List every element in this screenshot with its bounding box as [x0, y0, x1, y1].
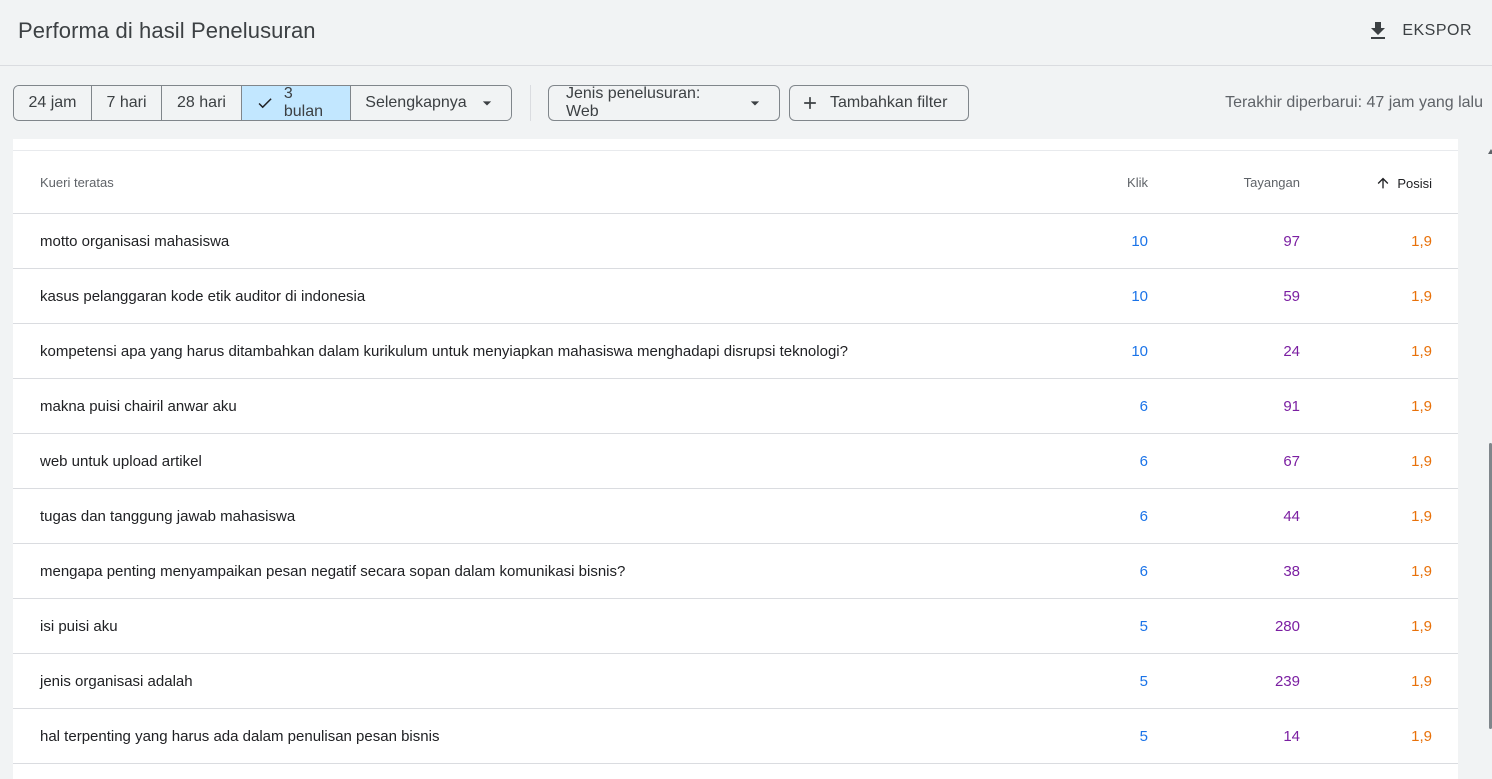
clicks-cell: 5	[1139, 618, 1148, 635]
impressions-cell: 91	[1283, 398, 1300, 415]
position-cell: 1,9	[1411, 453, 1432, 470]
impressions-cell: 59	[1283, 288, 1300, 305]
query-cell: kompetensi apa yang harus ditambahkan da…	[40, 343, 848, 360]
impressions-cell: 14	[1283, 728, 1300, 745]
column-header-impressions[interactable]: Tayangan	[1244, 175, 1300, 190]
impressions-cell: 97	[1283, 233, 1300, 250]
query-cell: web untuk upload artikel	[40, 453, 202, 470]
range-28-days[interactable]: 28 hari	[162, 86, 242, 120]
position-cell: 1,9	[1411, 618, 1432, 635]
clicks-cell: 6	[1139, 563, 1148, 580]
query-cell: makna puisi chairil anwar aku	[40, 398, 237, 415]
range-24-hours[interactable]: 24 jam	[14, 86, 92, 120]
impressions-cell: 280	[1274, 618, 1300, 635]
table-row[interactable]: tugas dan tanggung jawab mahasiswa 6 44 …	[13, 489, 1458, 544]
queries-table-card: Kueri teratas Klik Tayangan Posisi motto…	[13, 139, 1458, 779]
query-cell: jenis organisasi adalah	[40, 673, 193, 690]
table-row[interactable]: jenis organisasi adalah 5 239 1,9	[13, 654, 1458, 709]
export-button[interactable]: EKSPOR	[1366, 18, 1472, 44]
column-header-position[interactable]: Posisi	[1375, 175, 1432, 191]
download-icon	[1371, 22, 1386, 39]
table-body: motto organisasi mahasiswa 10 97 1,9 kas…	[13, 214, 1458, 764]
plus-icon	[804, 97, 816, 109]
position-cell: 1,9	[1411, 288, 1432, 305]
column-header-clicks[interactable]: Klik	[1127, 175, 1148, 190]
query-cell: kasus pelanggaran kode etik auditor di i…	[40, 288, 366, 305]
range-7-days[interactable]: 7 hari	[92, 86, 162, 120]
arrow-up-icon	[1377, 177, 1389, 189]
caret-down-icon	[750, 101, 760, 106]
range-label: Selengkapnya	[365, 94, 467, 111]
position-cell: 1,9	[1411, 728, 1432, 745]
filter-bar: 24 jam 7 hari 28 hari 3 bulan Selengkapn…	[13, 85, 1483, 121]
impressions-cell: 44	[1283, 508, 1300, 525]
table-row[interactable]: web untuk upload artikel 6 67 1,9	[13, 434, 1458, 489]
scroll-up-arrow-icon[interactable]	[1488, 149, 1492, 154]
page-title: Performa di hasil Penelusuran	[18, 18, 316, 43]
table-row[interactable]: motto organisasi mahasiswa 10 97 1,9	[13, 214, 1458, 269]
range-label: 3 bulan	[283, 85, 324, 120]
range-label: 24 jam	[28, 94, 77, 111]
search-type-filter[interactable]: Jenis penelusuran: Web	[548, 85, 780, 121]
range-label: 28 hari	[177, 94, 226, 111]
search-type-label: Jenis penelusuran: Web	[566, 85, 701, 120]
clicks-cell: 10	[1131, 343, 1148, 360]
page-scrollbar[interactable]	[1480, 139, 1492, 772]
clicks-cell: 5	[1139, 673, 1148, 690]
clicks-cell: 5	[1139, 728, 1148, 745]
divider	[530, 85, 531, 121]
clicks-cell: 10	[1131, 288, 1148, 305]
position-cell: 1,9	[1411, 398, 1432, 415]
clicks-cell: 6	[1139, 398, 1148, 415]
table-row[interactable]: makna puisi chairil anwar aku 6 91 1,9	[13, 379, 1458, 434]
clicks-cell: 10	[1131, 233, 1148, 250]
add-filter-button[interactable]: Tambahkan filter	[789, 85, 969, 121]
last-updated-text: Terakhir diperbarui: 47 jam yang lalu	[1225, 94, 1483, 111]
table-row[interactable]: kompetensi apa yang harus ditambahkan da…	[13, 324, 1458, 379]
impressions-cell: 38	[1283, 563, 1300, 580]
position-header-label: Posisi	[1397, 175, 1432, 191]
range-more-dropdown[interactable]: Selengkapnya	[351, 86, 511, 120]
table-row[interactable]: mengapa penting menyampaikan pesan negat…	[13, 544, 1458, 599]
table-row[interactable]: isi puisi aku 5 280 1,9	[13, 599, 1458, 654]
range-label: 7 hari	[106, 94, 147, 111]
impressions-cell: 239	[1274, 673, 1300, 690]
column-header-query[interactable]: Kueri teratas	[40, 175, 114, 190]
table-header: Kueri teratas Klik Tayangan Posisi	[13, 151, 1458, 214]
impressions-cell: 67	[1283, 453, 1300, 470]
impressions-cell: 24	[1283, 343, 1300, 360]
position-cell: 1,9	[1411, 233, 1432, 250]
export-label: EKSPOR	[1402, 22, 1472, 39]
check-icon	[258, 98, 272, 109]
query-cell: isi puisi aku	[40, 618, 118, 635]
query-cell: hal terpenting yang harus ada dalam penu…	[40, 728, 440, 745]
position-cell: 1,9	[1411, 563, 1432, 580]
caret-down-icon	[482, 101, 491, 106]
top-bar: Performa di hasil Penelusuran EKSPOR	[0, 0, 1492, 66]
position-cell: 1,9	[1411, 673, 1432, 690]
query-cell: motto organisasi mahasiswa	[40, 233, 230, 250]
date-range-selector: 24 jam 7 hari 28 hari 3 bulan Selengkapn…	[13, 85, 512, 121]
table-row[interactable]: kasus pelanggaran kode etik auditor di i…	[13, 269, 1458, 324]
position-cell: 1,9	[1411, 508, 1432, 525]
clicks-cell: 6	[1139, 508, 1148, 525]
position-cell: 1,9	[1411, 343, 1432, 360]
table-row[interactable]: hal terpenting yang harus ada dalam penu…	[13, 709, 1458, 764]
add-filter-label: Tambahkan filter	[830, 94, 948, 111]
query-cell: tugas dan tanggung jawab mahasiswa	[40, 508, 296, 525]
query-cell: mengapa penting menyampaikan pesan negat…	[40, 563, 626, 580]
clicks-cell: 6	[1139, 453, 1148, 470]
range-3-months[interactable]: 3 bulan	[242, 86, 351, 120]
